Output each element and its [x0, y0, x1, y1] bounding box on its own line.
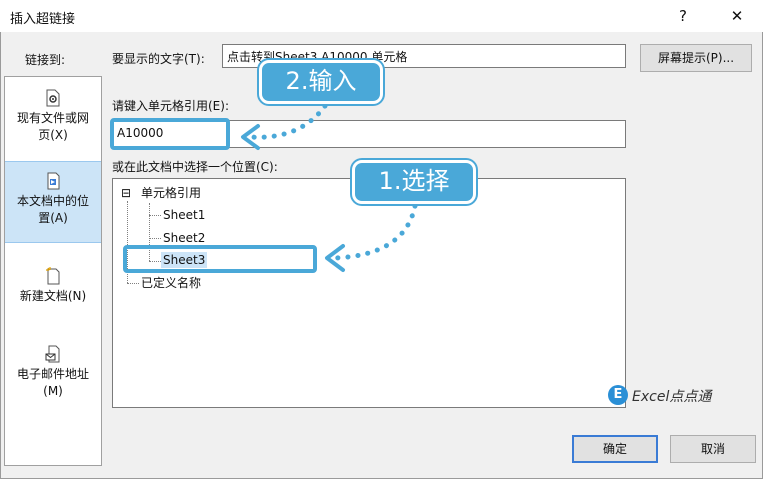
cancel-button[interactable]: 取消: [670, 435, 756, 463]
step1-callout: 1.选择: [352, 160, 476, 204]
ok-button[interactable]: 确定: [572, 435, 658, 463]
step2-callout: 2.输入: [259, 60, 383, 104]
watermark-logo-icon: E: [608, 385, 628, 405]
watermark-text: Excel点点通: [632, 389, 712, 405]
